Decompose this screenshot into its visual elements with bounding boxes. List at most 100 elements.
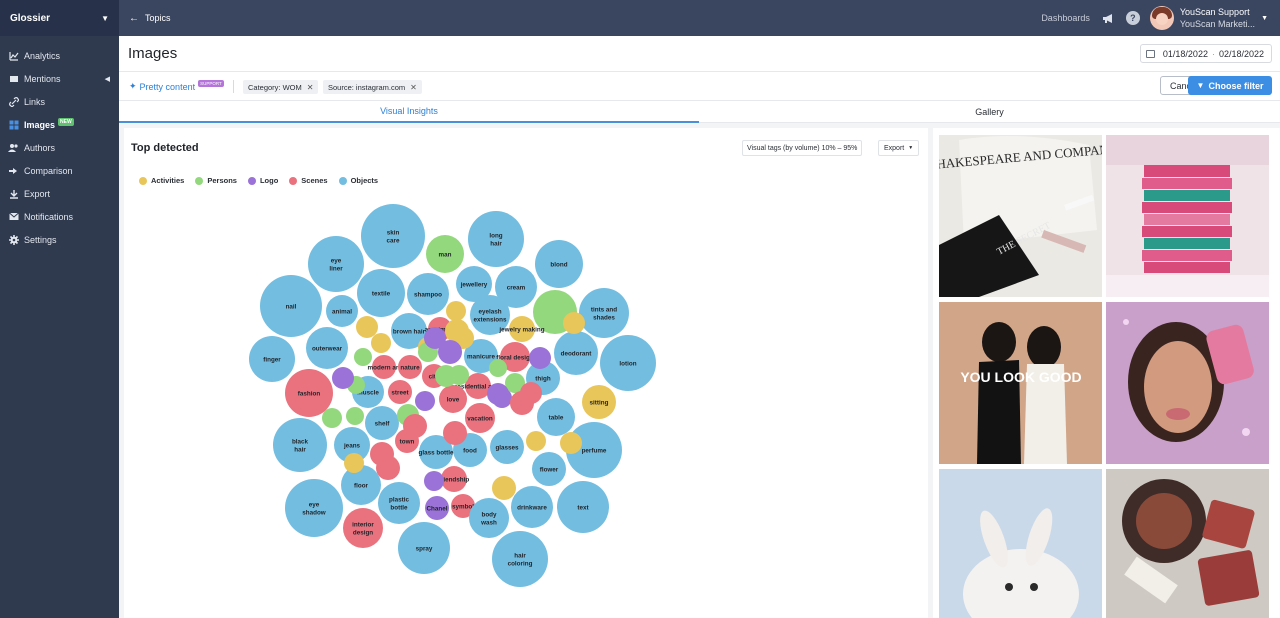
bubble-deodorant[interactable]: deodorant	[554, 331, 598, 375]
bubble-persons[interactable]	[354, 348, 372, 366]
top-detected-card: skin care long hair eye liner man blond nail text…	[124, 128, 928, 618]
bubble-vacation[interactable]: vacation	[465, 403, 495, 433]
bubble-lotion[interactable]: lotion	[600, 335, 656, 391]
choose-filter-button[interactable]: ▼ Choose filter	[1188, 76, 1272, 95]
bubble-drinkware[interactable]: drinkware	[511, 486, 553, 528]
bubble-spray[interactable]: spray	[398, 522, 450, 574]
export-dropdown[interactable]: Export ▼	[878, 140, 920, 156]
bubble-sitting[interactable]: sitting	[582, 385, 616, 419]
legend-item-scenes[interactable]: Scenes	[289, 176, 328, 185]
bubble-logo[interactable]	[415, 391, 435, 411]
bubble-body-wash[interactable]: bodywash	[469, 498, 509, 538]
sidebar-item-analytics[interactable]: Analytics	[0, 44, 119, 67]
filter-chip-category[interactable]: Category: WOM ✕	[243, 80, 319, 94]
bubble-activities[interactable]	[563, 312, 585, 334]
gallery-image-compact-makeup[interactable]	[1106, 469, 1269, 618]
bubble-tints-and-shades[interactable]: tints andshades	[579, 288, 629, 338]
bubble-hair-coloring[interactable]: haircoloring	[492, 531, 548, 587]
tab-gallery[interactable]: Gallery	[699, 101, 1280, 123]
bubble-black-hair[interactable]: blackhair	[273, 418, 327, 472]
bubble-scenes[interactable]	[520, 382, 542, 404]
bubble-activities[interactable]	[356, 316, 378, 338]
legend-item-objects[interactable]: Objects	[338, 176, 378, 185]
bubble-table[interactable]: table	[537, 398, 575, 436]
bubble-activities[interactable]	[560, 432, 582, 454]
bubble-love[interactable]: love	[439, 385, 467, 413]
bubble-long-hair[interactable]: longhair	[468, 211, 524, 267]
sidebar-item-links[interactable]: Links	[0, 90, 119, 113]
bubble-activities[interactable]	[371, 333, 391, 353]
tab-visual-insights[interactable]: Visual Insights	[119, 101, 699, 123]
legend-item-logo[interactable]: Logo	[247, 176, 278, 185]
gallery-image-white-bunny[interactable]	[939, 469, 1102, 618]
close-icon[interactable]: ✕	[307, 83, 314, 92]
help-icon[interactable]: ?	[1125, 11, 1140, 25]
bubble-glasses[interactable]: glasses	[490, 430, 524, 464]
bubble-logo[interactable]	[529, 347, 551, 369]
bubble-persons[interactable]	[542, 299, 566, 323]
brand-switcher[interactable]: Glossier ▼	[0, 0, 119, 36]
bubble-outerwear[interactable]: outerwear	[306, 327, 348, 369]
filter-chip-source[interactable]: Source: instagram.com ✕	[323, 80, 422, 94]
bubble-fashion[interactable]: fashion	[285, 369, 333, 417]
bubble-shelf[interactable]: shelf	[365, 406, 399, 440]
gallery-image-two-girls[interactable]: YOU LOOK GOOD	[939, 302, 1102, 464]
bubble-eye-liner[interactable]: eyeliner	[308, 236, 364, 292]
bubble-floor[interactable]: floor	[341, 465, 381, 505]
bubble-chanel[interactable]: Chanel	[425, 496, 449, 520]
bubble-street[interactable]: street	[388, 380, 412, 404]
bubble-skin-care[interactable]: skincare	[361, 204, 425, 268]
bubble-persons[interactable]	[322, 408, 342, 428]
bubble-blond[interactable]: blond	[535, 240, 583, 288]
sidebar-item-export[interactable]: Export	[0, 182, 119, 205]
bubble-scenes[interactable]	[403, 414, 427, 438]
user-menu[interactable]: YouScan Support YouScan Marketi...	[1180, 6, 1255, 30]
date-range-picker[interactable]: 01/18/2022 · 02/18/2022	[1139, 44, 1272, 63]
bubble-scenes[interactable]	[370, 442, 394, 466]
back-to-topics-link[interactable]: ← Topics	[129, 13, 171, 24]
bubble-animal[interactable]: animal	[326, 295, 358, 327]
bubble-scenes[interactable]	[443, 421, 467, 445]
sidebar-item-comparison[interactable]: Comparison	[0, 159, 119, 182]
bubble-activities[interactable]	[526, 431, 546, 451]
bubble-modern-art[interactable]: modern art	[368, 355, 402, 379]
bubble-nail[interactable]: nail	[260, 275, 322, 337]
sidebar-item-notifications[interactable]: Notifications	[0, 205, 119, 228]
pretty-content-toggle[interactable]: ✦ Pretty content SUPPORT	[129, 80, 224, 92]
bubble-logo[interactable]	[487, 383, 509, 405]
bubble-flower[interactable]: flower	[532, 452, 566, 486]
bubble-activities[interactable]	[344, 453, 364, 473]
gallery-image-selfie-phone[interactable]	[1106, 302, 1269, 464]
legend-item-persons[interactable]: Persons	[195, 176, 237, 185]
sidebar-item-images[interactable]: Images NEW	[0, 113, 119, 136]
sidebar-item-settings[interactable]: Settings	[0, 228, 119, 251]
bubble-text[interactable]: text	[557, 481, 609, 533]
bubble-plastic-bottle[interactable]: plasticbottle	[378, 482, 420, 524]
bubble-activities[interactable]	[446, 301, 466, 321]
bubble-logo[interactable]	[332, 367, 354, 389]
chevron-down-icon[interactable]: ▼	[1261, 15, 1268, 22]
sidebar-item-authors[interactable]: Authors	[0, 136, 119, 159]
avatar[interactable]	[1149, 6, 1174, 30]
bubble-textile[interactable]: textile	[357, 269, 405, 317]
gallery-image-book-stack[interactable]	[1106, 135, 1269, 297]
legend-item-activities[interactable]: Activities	[139, 176, 184, 185]
bubble-logo[interactable]	[438, 340, 462, 364]
bubble-eye-shadow[interactable]: eyeshadow	[285, 479, 343, 537]
sidebar-item-mentions[interactable]: Mentions ◀	[0, 67, 119, 90]
bubble-shampoo[interactable]: shampoo	[407, 273, 449, 315]
bubble-nature[interactable]: nature	[398, 355, 422, 379]
gallery-image-bookstore-tote[interactable]: SHAKESPEARE AND COMPANY THE SECRET	[939, 135, 1102, 297]
visual-tags-dropdown[interactable]: Visual tags (by volume) 10% – 95%	[742, 140, 863, 156]
bubble-activities[interactable]	[492, 476, 516, 500]
bubble-man[interactable]: man	[426, 235, 464, 273]
bubble-persons[interactable]	[449, 365, 469, 385]
dashboards-link[interactable]: Dashboards	[1041, 13, 1090, 23]
close-icon[interactable]: ✕	[410, 83, 417, 92]
bubble-persons[interactable]	[346, 407, 364, 425]
bubble-finger[interactable]: finger	[249, 336, 295, 382]
bubble-persons[interactable]	[489, 359, 507, 377]
bubble-logo[interactable]	[424, 471, 444, 491]
bubble-interior-design[interactable]: interiordesign	[343, 508, 383, 548]
megaphone-icon[interactable]	[1102, 11, 1116, 25]
